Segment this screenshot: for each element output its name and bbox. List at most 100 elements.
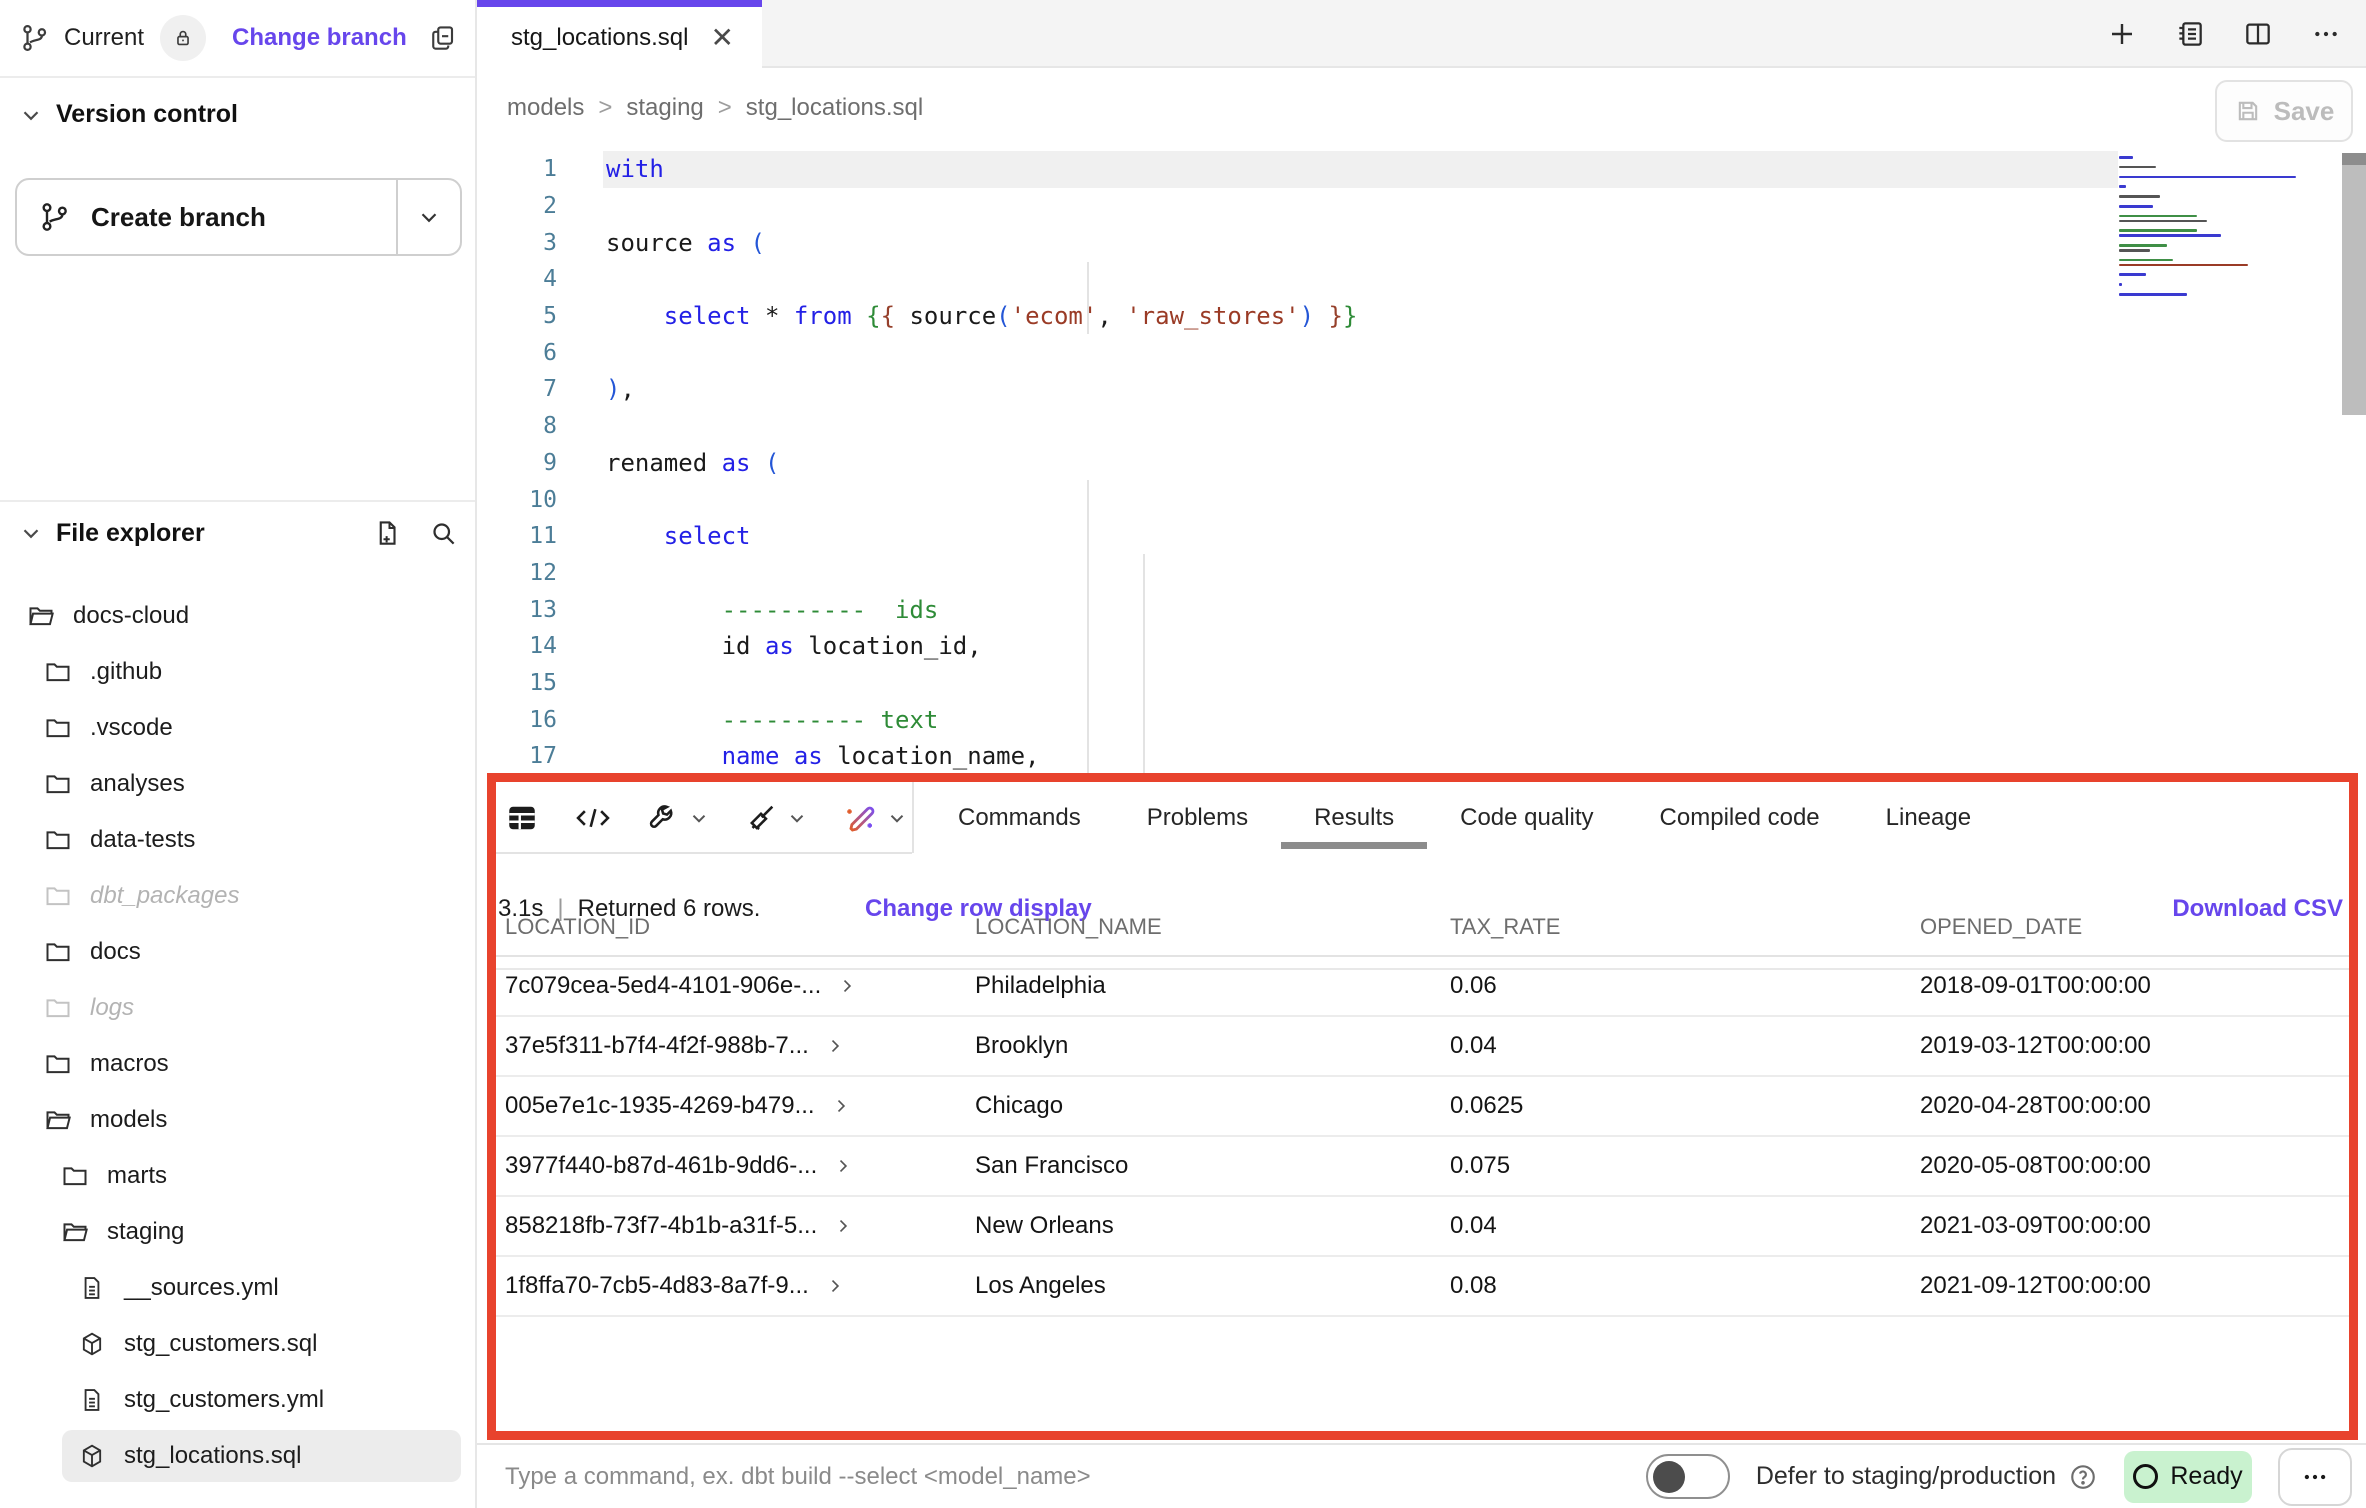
code-line-16[interactable]: 16 ---------- text (477, 701, 2366, 738)
folder-icon (44, 714, 72, 742)
table-row[interactable]: 3977f440-b87d-461b-9dd6-...San Francisco… (496, 1137, 2349, 1197)
code-line-5[interactable]: 5 select * from {{ source('ecom', 'raw_s… (477, 298, 2366, 335)
minimap[interactable] (2119, 156, 2334, 298)
file-tree-item-analyses[interactable]: analyses (0, 756, 475, 812)
expand-cell-icon[interactable] (833, 1216, 853, 1236)
editor-scrollbar[interactable] (2342, 153, 2366, 415)
ready-label: Ready (2170, 1462, 2242, 1491)
code-line-4[interactable]: 4 (477, 261, 2366, 298)
line-number: 3 (477, 230, 557, 256)
change-branch-link[interactable]: Change branch (232, 24, 407, 52)
help-icon[interactable] (2068, 1462, 2098, 1492)
code-line-3[interactable]: 3source as ( (477, 224, 2366, 261)
minimap-line (2119, 215, 2197, 218)
expand-cell-icon[interactable] (831, 1096, 851, 1116)
cell-opened-date: 2021-09-12T00:00:00 (1920, 1272, 2349, 1300)
expand-cell-icon[interactable] (825, 1276, 845, 1296)
file-tree-item-stg-customers-yml[interactable]: stg_customers.yml (0, 1372, 475, 1428)
code-text (603, 481, 2118, 518)
code-line-11[interactable]: 11 select (477, 518, 2366, 555)
code-editor[interactable]: 1with23source as (45 select * from {{ so… (477, 150, 2366, 775)
file-tree-item-data-tests[interactable]: data-tests (0, 812, 475, 868)
cell-tax-rate: 0.06 (1450, 972, 1920, 1000)
outline-panel-button[interactable] (2174, 18, 2206, 50)
breadcrumb-item[interactable]: stg_locations.sql (746, 94, 923, 122)
code-line-8[interactable]: 8 (477, 408, 2366, 445)
breadcrumb-item[interactable]: models (507, 94, 584, 122)
format-button[interactable] (744, 801, 808, 835)
line-number: 8 (477, 413, 557, 439)
table-row[interactable]: 1f8ffa70-7cb5-4d83-8a7f-9...Los Angeles0… (496, 1257, 2349, 1317)
cell-location-id: 7c079cea-5ed4-4101-906e-... (505, 972, 821, 1000)
file-tree-item--vscode[interactable]: .vscode (0, 700, 475, 756)
file-tree-item-marts[interactable]: marts (0, 1148, 475, 1204)
file-tree-item-docs-cloud[interactable]: docs-cloud (0, 588, 475, 644)
version-control-title: Version control (56, 100, 238, 129)
panel-tab-compiled-code[interactable]: Compiled code (1660, 804, 1820, 832)
expand-cell-icon[interactable] (833, 1156, 853, 1176)
chevron-down-icon (688, 807, 710, 829)
file-tree-item-models[interactable]: models (0, 1092, 475, 1148)
code-line-12[interactable]: 12 (477, 555, 2366, 592)
ready-status-button[interactable]: Ready (2124, 1451, 2252, 1503)
cell-opened-date: 2018-09-01T00:00:00 (1920, 972, 2349, 1000)
new-tab-button[interactable] (2106, 18, 2138, 50)
panel-tab-code-quality[interactable]: Code quality (1460, 804, 1593, 832)
file-tree-item-macros[interactable]: macros (0, 1036, 475, 1092)
file-explorer-section-header[interactable]: File explorer (18, 518, 458, 548)
cell-location-name: Los Angeles (975, 1272, 1450, 1300)
code-line-17[interactable]: 17 name as location_name, (477, 738, 2366, 775)
command-input[interactable] (505, 1463, 1555, 1491)
defer-toggle[interactable] (1646, 1454, 1730, 1499)
file-tree-item-logs[interactable]: logs (0, 980, 475, 1036)
create-branch-dropdown[interactable] (396, 180, 460, 254)
table-view-button[interactable] (504, 800, 540, 836)
table-row[interactable]: 005e7e1c-1935-4269-b479...Chicago0.06252… (496, 1077, 2349, 1137)
code-line-15[interactable]: 15 (477, 665, 2366, 702)
panel-tab-results[interactable]: Results (1314, 804, 1394, 832)
copy-branch-icon[interactable] (427, 23, 457, 53)
code-line-7[interactable]: 7), (477, 371, 2366, 408)
code-line-6[interactable]: 6 (477, 334, 2366, 371)
split-editor-button[interactable] (2242, 18, 2274, 50)
code-line-1[interactable]: 1with (477, 151, 2366, 188)
panel-tab-commands[interactable]: Commands (958, 804, 1081, 832)
close-tab-icon[interactable]: ✕ (710, 24, 733, 52)
file-tree-item--sources-yml[interactable]: __sources.yml (0, 1260, 475, 1316)
file-tree-item-stg-customers-sql[interactable]: stg_customers.sql (0, 1316, 475, 1372)
new-file-button[interactable] (372, 518, 402, 548)
file-tree-item-dbt-packages[interactable]: dbt_packages (0, 868, 475, 924)
breadcrumb-item[interactable]: staging (626, 94, 703, 122)
panel-tab-problems[interactable]: Problems (1147, 804, 1248, 832)
expand-cell-icon[interactable] (825, 1036, 845, 1056)
table-row[interactable]: 858218fb-73f7-4b1b-a31f-5...New Orleans0… (496, 1197, 2349, 1257)
save-button[interactable]: Save (2215, 80, 2353, 142)
file-tree-item-staging[interactable]: staging (0, 1204, 475, 1260)
code-line-9[interactable]: 9renamed as ( (477, 445, 2366, 482)
code-line-2[interactable]: 2 (477, 188, 2366, 225)
table-row[interactable]: 37e5f311-b7f4-4f2f-988b-7...Brooklyn0.04… (496, 1017, 2349, 1077)
file-tree-item-docs[interactable]: docs (0, 924, 475, 980)
line-number: 9 (477, 450, 557, 476)
editor-tab-stg-locations[interactable]: stg_locations.sql ✕ (477, 0, 762, 68)
ai-fix-button[interactable] (842, 800, 908, 836)
create-branch-button[interactable]: Create branch (15, 178, 462, 256)
version-control-section-header[interactable]: Version control (18, 100, 238, 129)
create-branch-main[interactable]: Create branch (17, 180, 396, 254)
cell-location-id: 005e7e1c-1935-4269-b479... (505, 1092, 815, 1120)
panel-tab-lineage[interactable]: Lineage (1886, 804, 1971, 832)
build-options-button[interactable] (646, 801, 710, 835)
tab-options-button[interactable] (2310, 18, 2342, 50)
file-tree-item-stg-locations-sql[interactable]: stg_locations.sql (0, 1428, 475, 1484)
code-line-13[interactable]: 13 ---------- ids (477, 591, 2366, 628)
more-options-button[interactable] (2278, 1448, 2352, 1506)
code-text: name as location_name, (603, 738, 2118, 775)
file-tree-item--github[interactable]: .github (0, 644, 475, 700)
code-line-14[interactable]: 14 id as location_id, (477, 628, 2366, 665)
code-view-button[interactable] (574, 801, 612, 835)
code-line-10[interactable]: 10 (477, 481, 2366, 518)
file-tree-label: logs (90, 994, 134, 1022)
search-files-button[interactable] (428, 518, 458, 548)
expand-cell-icon[interactable] (837, 976, 857, 996)
table-row[interactable]: 7c079cea-5ed4-4101-906e-...Philadelphia0… (496, 957, 2349, 1017)
